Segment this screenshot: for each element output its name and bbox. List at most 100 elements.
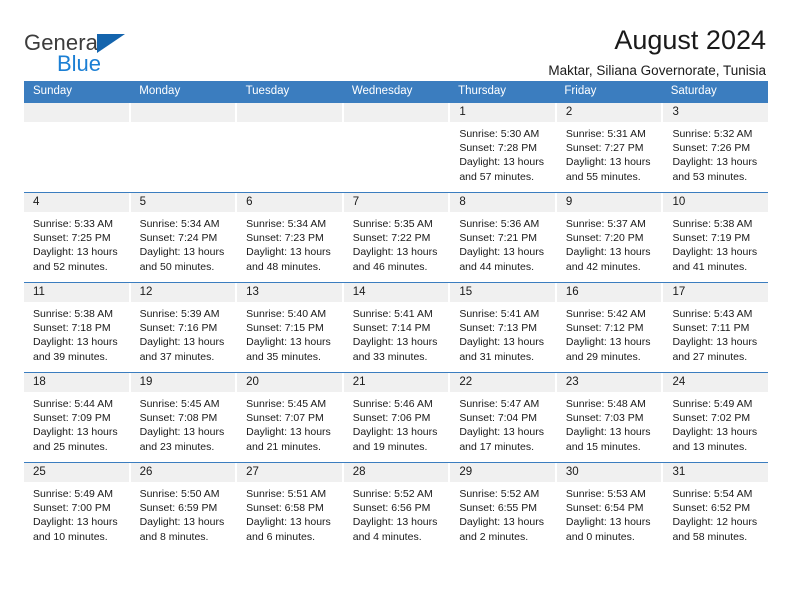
daylight-text-line1: Daylight: 13 hours <box>33 246 118 259</box>
day-info: Sunrise: 5:46 AM Sunset: 7:06 PM Dayligh… <box>344 392 449 454</box>
day-cell[interactable]: 2 Sunrise: 5:31 AM Sunset: 7:27 PM Dayli… <box>556 103 664 192</box>
day-number: 3 <box>663 103 769 122</box>
day-cell[interactable]: 20 Sunrise: 5:45 AM Sunset: 7:07 PM Dayl… <box>237 373 344 462</box>
day-number: 10 <box>663 193 769 212</box>
weekday-header-wednesday: Wednesday <box>351 84 413 97</box>
day-number: 14 <box>343 283 449 302</box>
day-cell[interactable]: 21 Sunrise: 5:46 AM Sunset: 7:06 PM Dayl… <box>343 373 451 462</box>
sunrise-text: Sunrise: 5:51 AM <box>246 488 327 500</box>
sunrise-text: Sunrise: 5:53 AM <box>565 488 646 500</box>
day-cell[interactable]: 26 Sunrise: 5:50 AM Sunset: 6:59 PM Dayl… <box>130 463 238 552</box>
day-cell[interactable]: 23 Sunrise: 5:48 AM Sunset: 7:03 PM Dayl… <box>556 373 664 462</box>
day-cell[interactable]: 12 Sunrise: 5:39 AM Sunset: 7:16 PM Dayl… <box>130 283 238 372</box>
day-cell[interactable] <box>343 103 451 192</box>
daylight-text-line2: and 13 minutes. <box>672 440 748 453</box>
daylight-text-line1: Daylight: 13 hours <box>246 246 331 259</box>
day-number: 8 <box>450 193 555 212</box>
day-info: Sunrise: 5:52 AM Sunset: 6:55 PM Dayligh… <box>450 482 555 544</box>
daylight-text-line2: and 27 minutes. <box>672 350 748 363</box>
sunrise-text: Sunrise: 5:32 AM <box>672 128 753 140</box>
day-cell[interactable]: 13 Sunrise: 5:40 AM Sunset: 7:15 PM Dayl… <box>237 283 344 372</box>
daylight-text-line1: Daylight: 13 hours <box>139 426 225 439</box>
day-info: Sunrise: 5:48 AM Sunset: 7:03 PM Dayligh… <box>557 392 662 454</box>
title-block: August 2024 Maktar, Siliana Governorate,… <box>548 26 768 79</box>
sunset-text: Sunset: 7:13 PM <box>459 322 537 335</box>
day-cell[interactable]: 5 Sunrise: 5:34 AM Sunset: 7:24 PM Dayli… <box>130 193 238 282</box>
day-cell[interactable] <box>24 103 131 192</box>
day-info: Sunrise: 5:52 AM Sunset: 6:56 PM Dayligh… <box>344 482 449 544</box>
sunset-text: Sunset: 7:06 PM <box>352 412 431 425</box>
day-info: Sunrise: 5:41 AM Sunset: 7:13 PM Dayligh… <box>450 302 555 364</box>
day-cell[interactable]: 30 Sunrise: 5:53 AM Sunset: 6:54 PM Dayl… <box>556 463 664 552</box>
daylight-text-line2: and 52 minutes. <box>33 260 108 273</box>
day-info: Sunrise: 5:44 AM Sunset: 7:09 PM Dayligh… <box>24 392 129 454</box>
brand-logo[interactable]: General Blue <box>24 26 144 78</box>
sunset-text: Sunset: 7:08 PM <box>139 412 218 425</box>
day-cell[interactable]: 16 Sunrise: 5:42 AM Sunset: 7:12 PM Dayl… <box>556 283 664 372</box>
weekday-header-monday: Monday <box>139 84 181 97</box>
day-number <box>237 103 342 122</box>
day-cell[interactable]: 31 Sunrise: 5:54 AM Sunset: 6:52 PM Dayl… <box>663 463 769 552</box>
week-row: 4 Sunrise: 5:33 AM Sunset: 7:25 PM Dayli… <box>24 192 769 282</box>
daylight-text-line2: and 41 minutes. <box>672 260 748 273</box>
sunset-text: Sunset: 6:52 PM <box>672 502 751 515</box>
day-cell[interactable]: 14 Sunrise: 5:41 AM Sunset: 7:14 PM Dayl… <box>343 283 451 372</box>
sunset-text: Sunset: 7:22 PM <box>352 232 431 245</box>
week-row: 1 Sunrise: 5:30 AM Sunset: 7:28 PM Dayli… <box>24 102 769 192</box>
day-cell[interactable]: 18 Sunrise: 5:44 AM Sunset: 7:09 PM Dayl… <box>24 373 131 462</box>
day-number: 26 <box>130 463 236 482</box>
sunset-text: Sunset: 7:18 PM <box>33 322 111 335</box>
day-cell[interactable]: 11 Sunrise: 5:38 AM Sunset: 7:18 PM Dayl… <box>24 283 131 372</box>
sunrise-text: Sunrise: 5:49 AM <box>672 398 753 410</box>
daylight-text-line1: Daylight: 13 hours <box>565 336 651 349</box>
day-cell[interactable]: 9 Sunrise: 5:37 AM Sunset: 7:20 PM Dayli… <box>556 193 664 282</box>
sunset-text: Sunset: 6:55 PM <box>459 502 537 515</box>
daylight-text-line1: Daylight: 13 hours <box>565 426 651 439</box>
day-cell[interactable] <box>237 103 344 192</box>
daylight-text-line2: and 29 minutes. <box>565 350 641 363</box>
day-cell[interactable]: 19 Sunrise: 5:45 AM Sunset: 7:08 PM Dayl… <box>130 373 238 462</box>
day-cell[interactable]: 15 Sunrise: 5:41 AM Sunset: 7:13 PM Dayl… <box>450 283 557 372</box>
day-cell[interactable]: 1 Sunrise: 5:30 AM Sunset: 7:28 PM Dayli… <box>450 103 557 192</box>
day-number: 24 <box>663 373 769 392</box>
day-cell[interactable]: 4 Sunrise: 5:33 AM Sunset: 7:25 PM Dayli… <box>24 193 131 282</box>
day-cell[interactable]: 28 Sunrise: 5:52 AM Sunset: 6:56 PM Dayl… <box>343 463 451 552</box>
day-info: Sunrise: 5:51 AM Sunset: 6:58 PM Dayligh… <box>237 482 342 544</box>
sunset-text: Sunset: 6:59 PM <box>139 502 218 515</box>
day-cell[interactable]: 8 Sunrise: 5:36 AM Sunset: 7:21 PM Dayli… <box>450 193 557 282</box>
week-row: 25 Sunrise: 5:49 AM Sunset: 7:00 PM Dayl… <box>24 462 769 552</box>
sunrise-text: Sunrise: 5:36 AM <box>459 218 540 230</box>
sunset-text: Sunset: 7:25 PM <box>33 232 111 245</box>
daylight-text-line1: Daylight: 13 hours <box>459 516 544 529</box>
day-cell[interactable]: 7 Sunrise: 5:35 AM Sunset: 7:22 PM Dayli… <box>343 193 451 282</box>
day-cell[interactable]: 27 Sunrise: 5:51 AM Sunset: 6:58 PM Dayl… <box>237 463 344 552</box>
day-cell[interactable]: 3 Sunrise: 5:32 AM Sunset: 7:26 PM Dayli… <box>663 103 769 192</box>
day-cell[interactable] <box>130 103 238 192</box>
daylight-text-line2: and 2 minutes. <box>459 530 529 543</box>
daylight-text-line1: Daylight: 13 hours <box>459 156 544 169</box>
daylight-text-line1: Daylight: 13 hours <box>246 426 331 439</box>
day-cell[interactable]: 29 Sunrise: 5:52 AM Sunset: 6:55 PM Dayl… <box>450 463 557 552</box>
weekday-header-row: Sunday Monday Tuesday Wednesday Thursday… <box>24 81 768 102</box>
sunrise-text: Sunrise: 5:45 AM <box>139 398 220 410</box>
sunrise-text: Sunrise: 5:40 AM <box>246 308 327 320</box>
sunrise-text: Sunrise: 5:41 AM <box>352 308 433 320</box>
day-cell[interactable]: 24 Sunrise: 5:49 AM Sunset: 7:02 PM Dayl… <box>663 373 769 462</box>
day-cell[interactable]: 22 Sunrise: 5:47 AM Sunset: 7:04 PM Dayl… <box>450 373 557 462</box>
day-number: 7 <box>343 193 449 212</box>
day-cell[interactable]: 6 Sunrise: 5:34 AM Sunset: 7:23 PM Dayli… <box>237 193 344 282</box>
daylight-text-line1: Daylight: 13 hours <box>33 426 118 439</box>
sunrise-text: Sunrise: 5:44 AM <box>33 398 113 410</box>
daylight-text-line2: and 35 minutes. <box>246 350 321 363</box>
day-info: Sunrise: 5:31 AM Sunset: 7:27 PM Dayligh… <box>557 122 662 184</box>
day-number: 18 <box>24 373 129 392</box>
daylight-text-line1: Daylight: 13 hours <box>672 246 758 259</box>
day-cell[interactable]: 25 Sunrise: 5:49 AM Sunset: 7:00 PM Dayl… <box>24 463 131 552</box>
daylight-text-line1: Daylight: 13 hours <box>459 426 544 439</box>
sunrise-text: Sunrise: 5:31 AM <box>565 128 646 140</box>
sunset-text: Sunset: 7:11 PM <box>672 322 750 335</box>
day-cell[interactable]: 17 Sunrise: 5:43 AM Sunset: 7:11 PM Dayl… <box>663 283 769 372</box>
day-cell[interactable]: 10 Sunrise: 5:38 AM Sunset: 7:19 PM Dayl… <box>663 193 769 282</box>
daylight-text-line2: and 37 minutes. <box>139 350 215 363</box>
day-number: 28 <box>343 463 449 482</box>
